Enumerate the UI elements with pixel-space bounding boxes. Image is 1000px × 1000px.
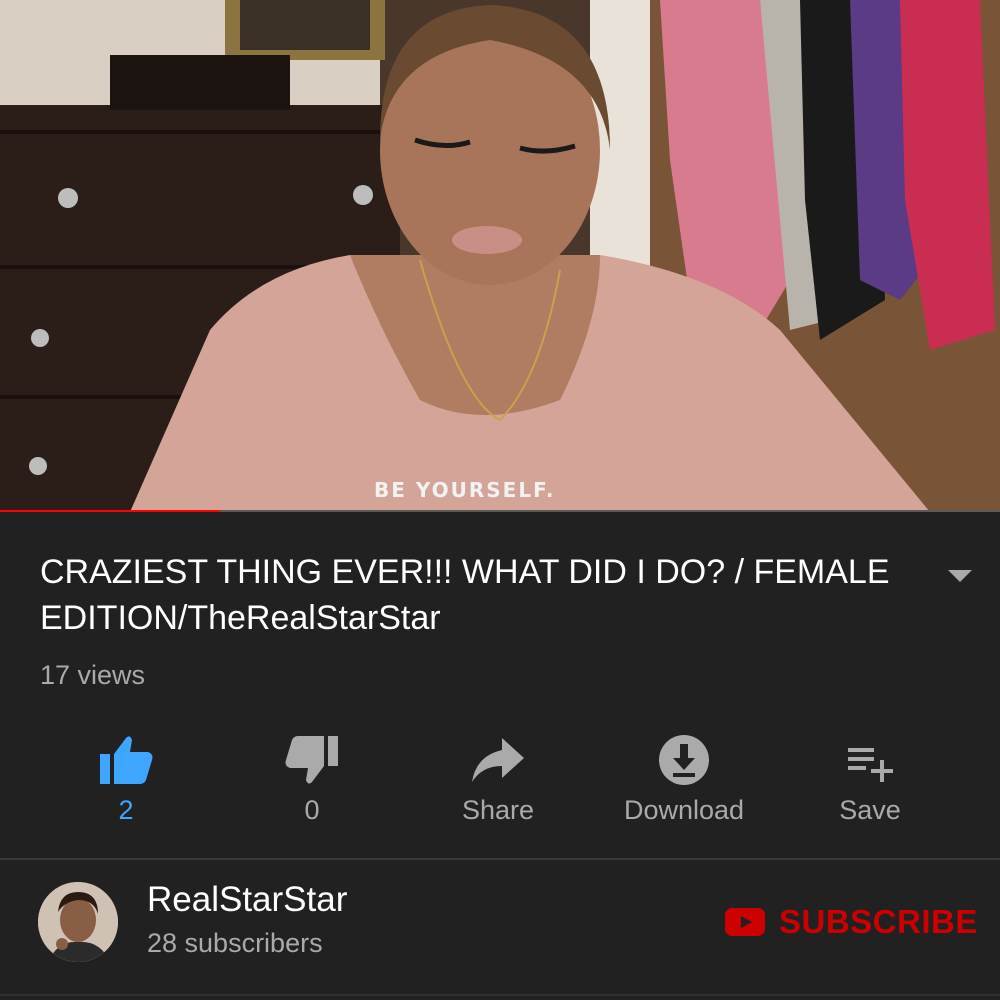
channel-avatar[interactable] (38, 882, 118, 962)
download-button[interactable]: Download (604, 720, 764, 840)
like-count: 2 (118, 795, 134, 825)
share-icon (472, 738, 524, 782)
download-icon (659, 735, 709, 785)
action-bar: 2 0 Share Download Save (0, 720, 1000, 840)
subscribe-label: SUBSCRIBE (779, 903, 978, 940)
dislike-button[interactable]: 0 (232, 720, 392, 840)
dislike-count: 0 (304, 795, 320, 825)
thumbs-up-icon (100, 736, 153, 784)
share-button[interactable]: Share (418, 720, 578, 840)
subscriber-count: 28 subscribers (147, 928, 323, 958)
view-count: 17 views (40, 660, 146, 690)
like-button[interactable]: 2 (46, 720, 206, 840)
save-label: Save (839, 795, 901, 825)
save-button[interactable]: Save (790, 720, 950, 840)
share-label: Share (461, 795, 535, 825)
chevron-down-icon[interactable] (946, 568, 974, 584)
video-player[interactable]: BE YOURSELF. (0, 0, 1000, 512)
download-label: Download (623, 795, 745, 825)
subscribe-button[interactable]: SUBSCRIBE (725, 902, 978, 942)
add-to-playlist-icon (848, 748, 893, 782)
shirt-text: BE YOURSELF. (374, 478, 556, 502)
video-title: CRAZIEST THING EVER!!! WHAT DID I DO? / … (40, 553, 890, 637)
avatar-image (38, 882, 118, 962)
video-frame (0, 0, 1000, 512)
video-progress-fill (0, 510, 220, 512)
video-progress-bar[interactable] (0, 510, 1000, 512)
thumbs-down-icon (285, 736, 338, 784)
divider-bottom (0, 994, 1000, 996)
channel-row: RealStarStar 28 subscribers SUBSCRIBE (0, 860, 1000, 1000)
youtube-play-icon (725, 908, 765, 936)
channel-name[interactable]: RealStarStar (147, 880, 347, 920)
